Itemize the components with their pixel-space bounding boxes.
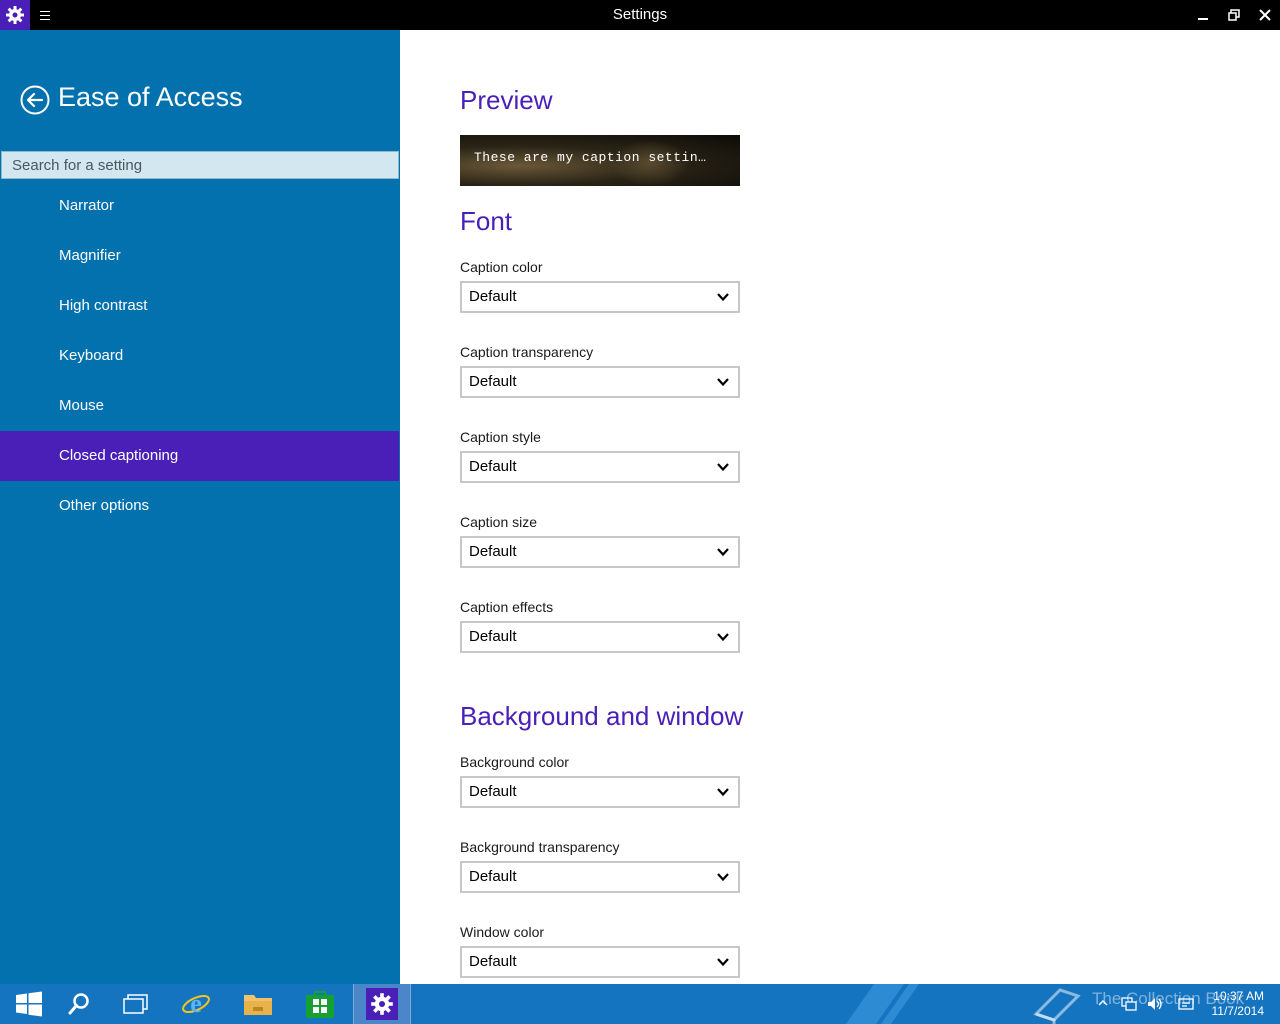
restore-button[interactable]	[1218, 0, 1249, 30]
chevron-down-icon	[717, 958, 729, 967]
minimize-icon	[1197, 18, 1208, 20]
caption-effects-label: Caption effects	[460, 599, 554, 615]
internet-explorer-icon: e	[182, 989, 210, 1018]
background-transparency-label: Background transparency	[460, 839, 620, 855]
notification-icon[interactable]	[1177, 996, 1195, 1012]
dropdown-value: Default	[469, 628, 517, 645]
preview-heading: Preview	[460, 85, 553, 115]
caption-color-dropdown[interactable]: Default	[460, 281, 740, 313]
sidebar-nav: Narrator Magnifier High contrast Keyboar…	[0, 181, 399, 531]
sidebar-item-magnifier[interactable]: Magnifier	[0, 231, 399, 281]
background-color-dropdown[interactable]: Default	[460, 776, 740, 808]
window-color-dropdown[interactable]: Default	[460, 946, 740, 978]
caption-style-dropdown[interactable]: Default	[460, 451, 740, 483]
caption-color-label: Caption color	[460, 259, 543, 275]
volume-icon[interactable]	[1146, 996, 1164, 1012]
sidebar-item-keyboard[interactable]: Keyboard	[0, 331, 399, 381]
caption-style-label: Caption style	[460, 429, 541, 445]
caption-transparency-dropdown[interactable]: Default	[460, 366, 740, 398]
settings-taskbar-button[interactable]	[353, 984, 411, 1024]
minimize-button[interactable]	[1187, 0, 1218, 30]
clock-time: 10:37 AM	[1213, 989, 1264, 1003]
file-explorer-button[interactable]	[229, 984, 287, 1024]
back-arrow-icon	[20, 85, 50, 115]
window-title: Settings	[612, 6, 668, 23]
gear-icon	[6, 6, 24, 24]
chevron-down-icon	[717, 548, 729, 557]
gear-icon	[371, 993, 393, 1015]
dropdown-value: Default	[469, 868, 517, 885]
close-button[interactable]	[1249, 0, 1280, 30]
title-bar: Settings	[0, 0, 1280, 30]
settings-app-icon[interactable]	[0, 0, 30, 30]
task-view-icon	[123, 994, 148, 1014]
sidebar-item-narrator[interactable]: Narrator	[0, 181, 399, 231]
chevron-down-icon	[717, 633, 729, 642]
search-icon	[68, 993, 89, 1015]
windows-logo-icon	[16, 991, 42, 1017]
sidebar: Ease of Access Narrator Magnifier High c…	[0, 30, 400, 984]
task-view-button[interactable]	[107, 984, 165, 1024]
network-icon[interactable]	[1120, 996, 1138, 1012]
search-box[interactable]	[1, 151, 399, 179]
dropdown-value: Default	[469, 458, 517, 475]
caption-size-label: Caption size	[460, 514, 538, 530]
sidebar-title: Ease of Access	[58, 82, 243, 112]
window-color-label: Window color	[460, 924, 545, 940]
book-watermark-icon	[1033, 988, 1081, 1024]
store-icon	[306, 991, 334, 1018]
chevron-down-icon	[717, 463, 729, 472]
chevron-down-icon	[717, 788, 729, 797]
taskbar: e The Collection Book 10:37 AM 11/7/2014	[0, 984, 1280, 1024]
close-icon	[1258, 9, 1271, 21]
background-color-label: Background color	[460, 754, 569, 770]
internet-explorer-button[interactable]: e	[167, 984, 225, 1024]
dropdown-value: Default	[469, 783, 517, 800]
caption-preview: These are my caption settin…	[460, 135, 740, 186]
sidebar-item-other-options[interactable]: Other options	[0, 481, 399, 531]
chevron-down-icon	[717, 378, 729, 387]
chevron-up-icon[interactable]	[1098, 998, 1108, 1008]
sidebar-item-high-contrast[interactable]: High contrast	[0, 281, 399, 331]
chevron-down-icon	[717, 293, 729, 302]
caption-preview-text: These are my caption settin…	[474, 150, 707, 165]
font-heading: Font	[460, 206, 513, 236]
caption-transparency-label: Caption transparency	[460, 344, 594, 360]
dropdown-value: Default	[469, 288, 517, 305]
sidebar-item-closed-captioning[interactable]: Closed captioning	[0, 431, 399, 481]
caption-effects-dropdown[interactable]: Default	[460, 621, 740, 653]
dropdown-value: Default	[469, 373, 517, 390]
dropdown-value: Default	[469, 543, 517, 560]
search-input[interactable]	[2, 152, 398, 178]
hamburger-menu-icon[interactable]	[36, 7, 54, 23]
background-transparency-dropdown[interactable]: Default	[460, 861, 740, 893]
search-button[interactable]	[50, 984, 108, 1024]
folder-icon	[244, 995, 272, 1015]
svg-text:e: e	[190, 989, 202, 1018]
dropdown-value: Default	[469, 953, 517, 970]
clock-date: 11/7/2014	[1211, 1004, 1265, 1018]
chevron-down-icon	[717, 873, 729, 882]
background-window-heading: Background and window	[460, 701, 744, 731]
restore-icon	[1227, 9, 1240, 21]
taskbar-clock[interactable]: 10:37 AM 11/7/2014	[1212, 989, 1265, 1019]
back-button[interactable]	[20, 85, 50, 115]
caption-size-dropdown[interactable]: Default	[460, 536, 740, 568]
sidebar-item-mouse[interactable]: Mouse	[0, 381, 399, 431]
store-button[interactable]	[291, 984, 349, 1024]
